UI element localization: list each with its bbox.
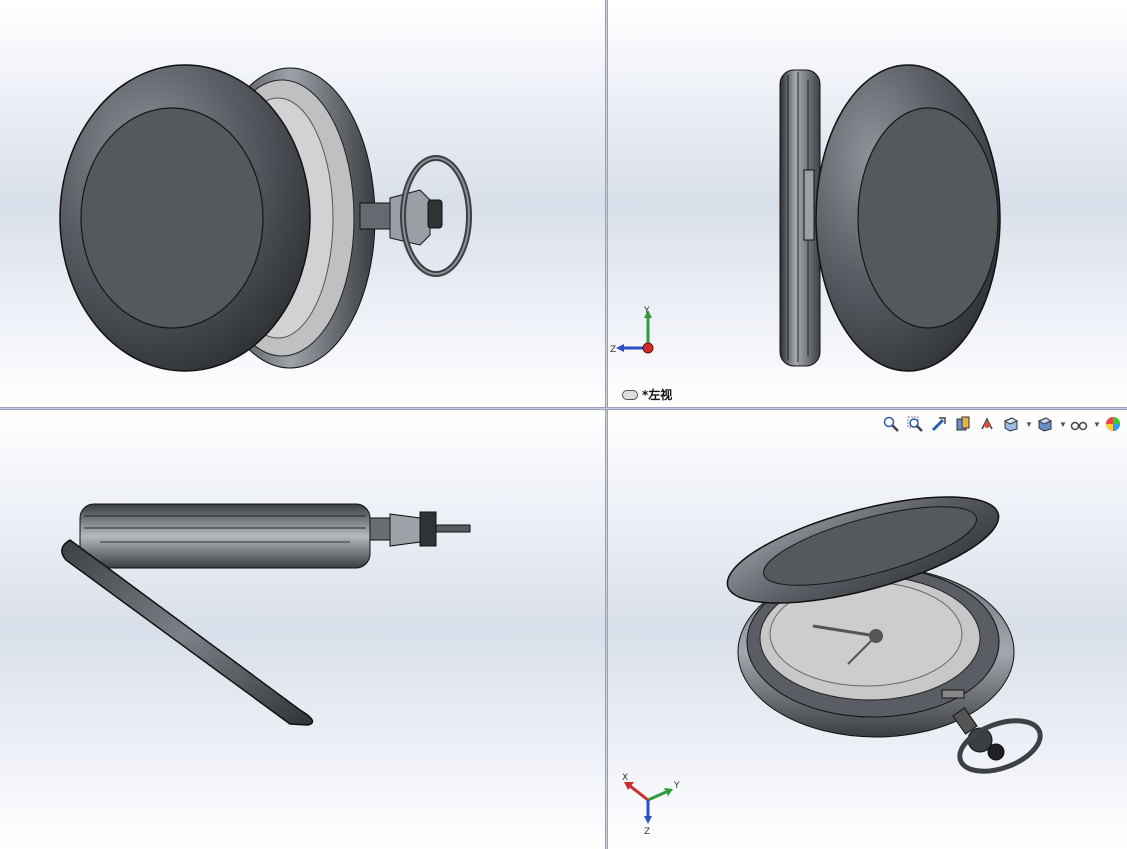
viewport-top[interactable] — [0, 410, 605, 849]
triad-z-label: Z — [610, 345, 616, 355]
viewport-splitter-vertical[interactable] — [605, 0, 608, 849]
view-name-text: *左视 — [642, 388, 673, 402]
triad-y-axis — [647, 790, 667, 802]
triad-x-axis — [642, 342, 654, 354]
link-views-icon — [622, 389, 638, 400]
triad-z-label: Z — [644, 827, 650, 837]
triad-x-axis — [629, 784, 649, 802]
triad-y-label: Y — [673, 781, 680, 791]
viewport-left[interactable]: Y Z *左视 — [608, 0, 1127, 407]
view-name-label: *左视 — [622, 386, 672, 403]
viewport-splitter-horizontal[interactable] — [0, 407, 1127, 410]
viewport-front[interactable] — [0, 0, 605, 407]
viewport-isometric[interactable]: ▼ ▼ ▼ X Y Z — [608, 410, 1127, 849]
triad-x-label: X — [622, 773, 628, 783]
triad-y-label: Y — [643, 306, 650, 316]
pocket-watch-top-model[interactable] — [0, 410, 605, 849]
coordinate-triad: Y Z — [610, 306, 654, 355]
coordinate-triad-iso: X Y Z — [622, 773, 680, 837]
pocket-watch-front-model[interactable] — [0, 0, 605, 407]
pocket-watch-left-model[interactable] — [608, 0, 1127, 407]
